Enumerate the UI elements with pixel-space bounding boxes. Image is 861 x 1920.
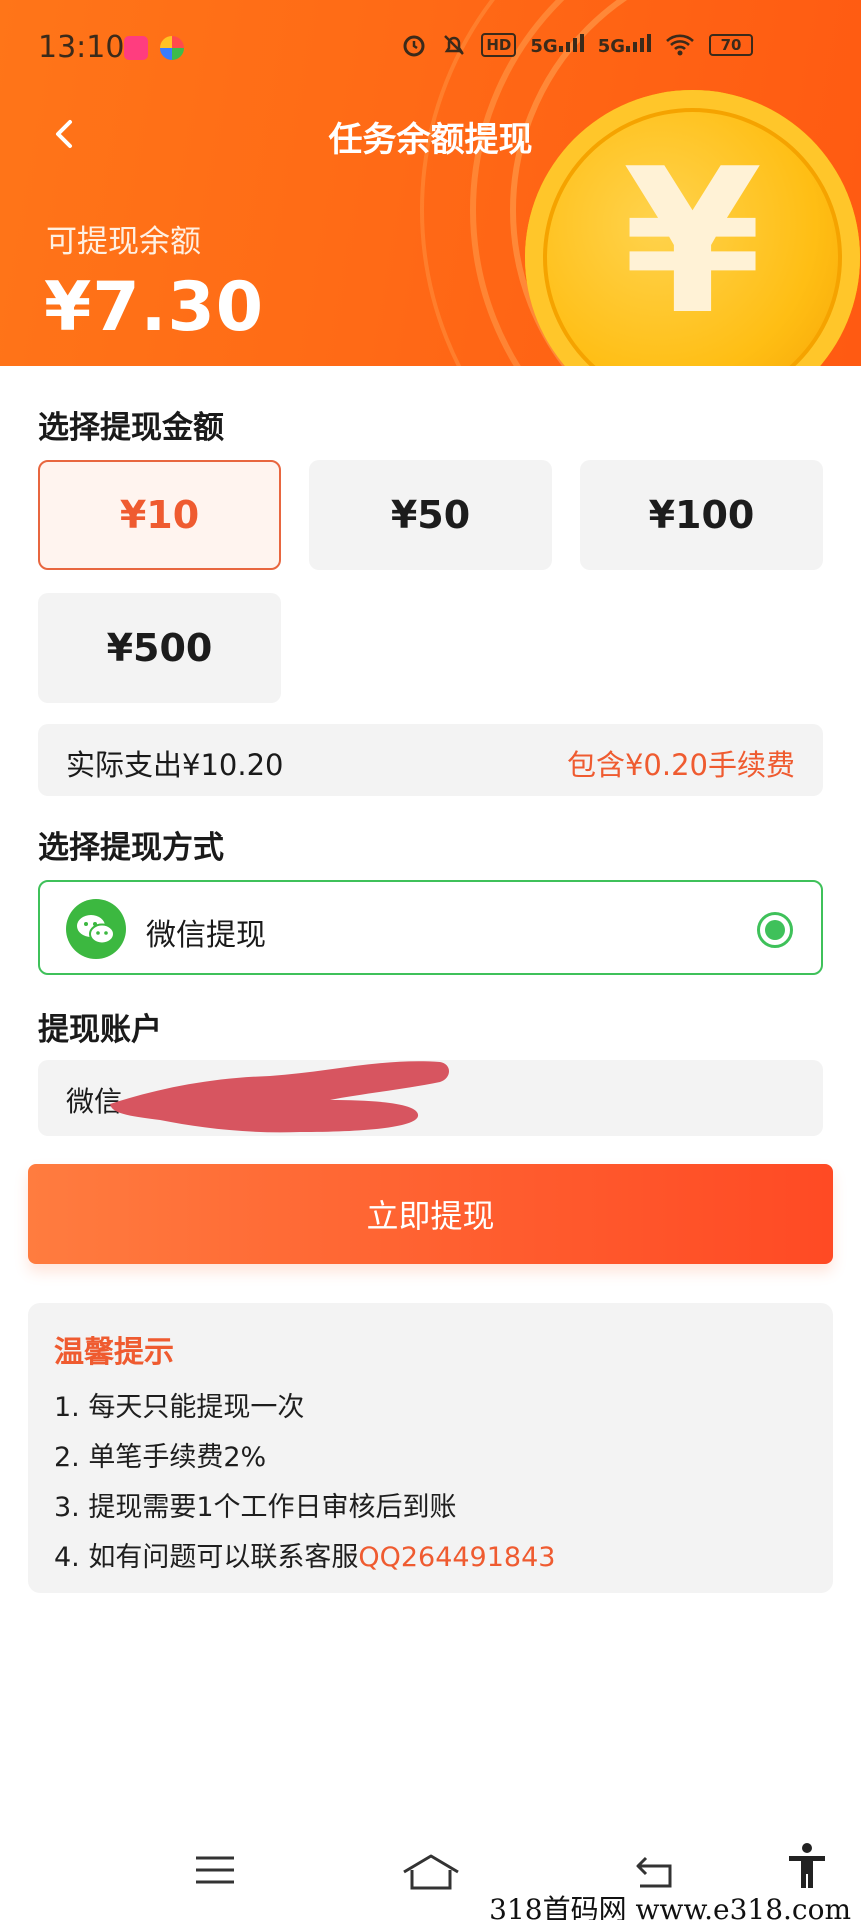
signal-icon: 5G [598,32,651,58]
signal-label: 5G [597,36,625,57]
mute-bell-icon [444,35,465,55]
method-section-title: 选择提现方式 [38,830,224,866]
qq-contact-link[interactable]: QQ264491843 [358,1542,555,1573]
withdraw-now-button[interactable]: 立即提现 [28,1164,833,1264]
tip-item: 4. 如有问题可以联系客服QQ264491843 [54,1535,555,1574]
tip-item: 2. 单笔手续费2% [54,1442,267,1473]
balance-label: 可提现余额 [46,224,201,260]
page-title: 任务余额提现 [328,120,533,160]
amount-option-500[interactable]: ¥500 [38,593,281,703]
wechat-icon [66,899,126,959]
actual-payment-text: 实际支出¥10.20 [66,748,284,782]
signal-icon: 5G [530,32,584,58]
signal-label: 5G [530,36,558,57]
hd-icon: HD [481,33,517,57]
home-icon[interactable] [400,1850,462,1894]
battery-icon: 70 [709,34,753,56]
amount-option-50[interactable]: ¥50 [309,460,552,570]
amount-option-100[interactable]: ¥100 [580,460,823,570]
wechat-withdraw-label: 微信提现 [146,918,266,953]
app-notification-icon [124,36,148,60]
menu-icon[interactable] [193,1850,237,1890]
tips-panel: 温馨提示 1. 每天只能提现一次 2. 单笔手续费2% 3. 提现需要1个工作日… [28,1303,833,1593]
fee-note: 包含¥0.20手续费 [566,748,795,782]
redaction-scribble [110,1061,449,1133]
app-notification-icon [160,36,184,60]
wifi-icon [666,34,694,56]
alarm-icon [403,35,425,57]
amount-section-title: 选择提现金额 [38,410,224,446]
wechat-withdraw-option[interactable]: 微信提现 [38,880,823,975]
accessibility-icon[interactable] [786,1842,828,1890]
header-banner: ¥ 13:10 HD 5G 5G 70 任务余额提现 可提现余额 ¥7.30 [0,0,861,366]
back-nav-icon[interactable] [632,1850,678,1892]
status-time: 13:10 [38,30,125,65]
fee-summary: 实际支出¥10.20 包含¥0.20手续费 [38,724,823,796]
tip-item: 1. 每天只能提现一次 [54,1392,305,1423]
tip-item-text: 4. 如有问题可以联系客服 [54,1542,359,1573]
balance-value: ¥7.30 [44,268,265,347]
radio-selected[interactable] [757,912,793,948]
tips-title: 温馨提示 [54,1335,174,1370]
tip-item: 3. 提现需要1个工作日审核后到账 [54,1492,457,1523]
account-section-title: 提现账户 [38,1012,162,1048]
site-watermark: 318首码网 www.e318.com [485,1888,855,1920]
amount-option-10[interactable]: ¥10 [38,460,281,570]
status-icons: HD 5G 5G 70 [401,32,753,58]
status-bar: 13:10 HD 5G 5G 70 [0,0,861,96]
